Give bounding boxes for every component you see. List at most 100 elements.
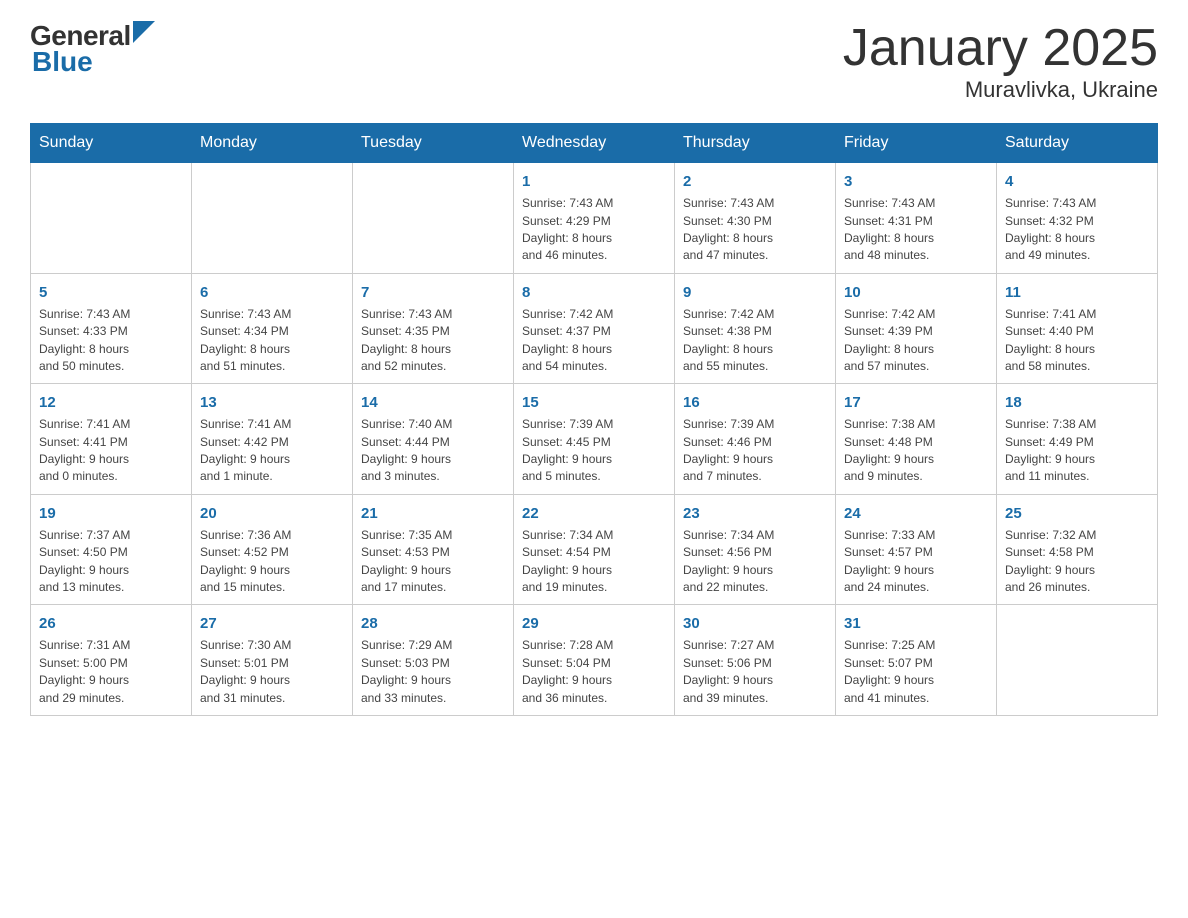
calendar-title: January 2025 <box>843 20 1158 77</box>
calendar-week-row: 1 Sunrise: 7:43 AM Sunset: 4:29 PM Daylig… <box>31 163 1158 274</box>
day-number: 28 <box>361 613 505 634</box>
day-number: 21 <box>361 503 505 524</box>
day-number: 6 <box>200 282 344 303</box>
calendar-cell: 2 Sunrise: 7:43 AM Sunset: 4:30 PM Daylig… <box>675 163 836 274</box>
calendar-cell: 10 Sunrise: 7:42 AM Sunset: 4:39 PM Dayli… <box>836 273 997 384</box>
calendar-cell: 12 Sunrise: 7:41 AM Sunset: 4:41 PM Dayli… <box>31 384 192 495</box>
day-info: Sunrise: 7:43 AM Sunset: 4:35 PM Dayligh… <box>361 306 505 376</box>
calendar-cell <box>353 163 514 274</box>
day-number: 4 <box>1005 171 1149 192</box>
day-info: Sunrise: 7:39 AM Sunset: 4:46 PM Dayligh… <box>683 416 827 486</box>
day-number: 5 <box>39 282 183 303</box>
calendar-cell: 9Sunrise: 7:42 AM Sunset: 4:38 PM Daylig… <box>675 273 836 384</box>
day-info: Sunrise: 7:41 AM Sunset: 4:40 PM Dayligh… <box>1005 306 1149 376</box>
day-info: Sunrise: 7:43 AM Sunset: 4:34 PM Dayligh… <box>200 306 344 376</box>
day-info: Sunrise: 7:38 AM Sunset: 4:49 PM Dayligh… <box>1005 416 1149 486</box>
day-number: 18 <box>1005 392 1149 413</box>
day-info: Sunrise: 7:41 AM Sunset: 4:41 PM Dayligh… <box>39 416 183 486</box>
day-info: Sunrise: 7:25 AM Sunset: 5:07 PM Dayligh… <box>844 637 988 707</box>
calendar-subtitle: Muravlivka, Ukraine <box>843 77 1158 103</box>
calendar-cell: 1 Sunrise: 7:43 AM Sunset: 4:29 PM Daylig… <box>514 163 675 274</box>
calendar-cell: 13Sunrise: 7:41 AM Sunset: 4:42 PM Dayli… <box>192 384 353 495</box>
day-number: 23 <box>683 503 827 524</box>
calendar-cell: 8 Sunrise: 7:42 AM Sunset: 4:37 PM Daylig… <box>514 273 675 384</box>
day-info: Sunrise: 7:43 AM Sunset: 4:31 PM Dayligh… <box>844 195 988 265</box>
day-info: Sunrise: 7:38 AM Sunset: 4:48 PM Dayligh… <box>844 416 988 486</box>
calendar-cell: 29 Sunrise: 7:28 AM Sunset: 5:04 PM Dayli… <box>514 605 675 716</box>
calendar-cell <box>997 605 1158 716</box>
day-number: 11 <box>1005 282 1149 303</box>
calendar-table: SundayMondayTuesdayWednesdayThursdayFrid… <box>30 123 1158 716</box>
calendar-week-row: 26Sunrise: 7:31 AM Sunset: 5:00 PM Dayli… <box>31 605 1158 716</box>
day-info: Sunrise: 7:43 AM Sunset: 4:32 PM Dayligh… <box>1005 195 1149 265</box>
day-number: 8 <box>522 282 666 303</box>
day-info: Sunrise: 7:29 AM Sunset: 5:03 PM Dayligh… <box>361 637 505 707</box>
column-header-tuesday: Tuesday <box>353 124 514 163</box>
day-info: Sunrise: 7:36 AM Sunset: 4:52 PM Dayligh… <box>200 527 344 597</box>
day-number: 19 <box>39 503 183 524</box>
day-info: Sunrise: 7:31 AM Sunset: 5:00 PM Dayligh… <box>39 637 183 707</box>
day-info: Sunrise: 7:34 AM Sunset: 4:56 PM Dayligh… <box>683 527 827 597</box>
title-block: January 2025 Muravlivka, Ukraine <box>843 20 1158 103</box>
calendar-cell: 6 Sunrise: 7:43 AM Sunset: 4:34 PM Daylig… <box>192 273 353 384</box>
calendar-cell: 27Sunrise: 7:30 AM Sunset: 5:01 PM Dayli… <box>192 605 353 716</box>
day-info: Sunrise: 7:43 AM Sunset: 4:33 PM Dayligh… <box>39 306 183 376</box>
column-header-thursday: Thursday <box>675 124 836 163</box>
day-number: 3 <box>844 171 988 192</box>
calendar-cell: 24 Sunrise: 7:33 AM Sunset: 4:57 PM Dayli… <box>836 494 997 605</box>
calendar-cell: 31 Sunrise: 7:25 AM Sunset: 5:07 PM Dayli… <box>836 605 997 716</box>
day-number: 2 <box>683 171 827 192</box>
calendar-cell: 28 Sunrise: 7:29 AM Sunset: 5:03 PM Dayli… <box>353 605 514 716</box>
calendar-week-row: 19 Sunrise: 7:37 AM Sunset: 4:50 PM Dayli… <box>31 494 1158 605</box>
day-number: 20 <box>200 503 344 524</box>
day-info: Sunrise: 7:27 AM Sunset: 5:06 PM Dayligh… <box>683 637 827 707</box>
calendar-week-row: 5 Sunrise: 7:43 AM Sunset: 4:33 PM Daylig… <box>31 273 1158 384</box>
calendar-cell: 25Sunrise: 7:32 AM Sunset: 4:58 PM Dayli… <box>997 494 1158 605</box>
day-info: Sunrise: 7:42 AM Sunset: 4:38 PM Dayligh… <box>683 306 827 376</box>
calendar-cell: 23 Sunrise: 7:34 AM Sunset: 4:56 PM Dayli… <box>675 494 836 605</box>
day-number: 12 <box>39 392 183 413</box>
calendar-cell: 7 Sunrise: 7:43 AM Sunset: 4:35 PM Daylig… <box>353 273 514 384</box>
day-info: Sunrise: 7:40 AM Sunset: 4:44 PM Dayligh… <box>361 416 505 486</box>
day-number: 31 <box>844 613 988 634</box>
day-info: Sunrise: 7:42 AM Sunset: 4:37 PM Dayligh… <box>522 306 666 376</box>
day-number: 30 <box>683 613 827 634</box>
day-info: Sunrise: 7:35 AM Sunset: 4:53 PM Dayligh… <box>361 527 505 597</box>
calendar-cell: 19 Sunrise: 7:37 AM Sunset: 4:50 PM Dayli… <box>31 494 192 605</box>
calendar-cell: 17 Sunrise: 7:38 AM Sunset: 4:48 PM Dayli… <box>836 384 997 495</box>
day-info: Sunrise: 7:37 AM Sunset: 4:50 PM Dayligh… <box>39 527 183 597</box>
day-number: 13 <box>200 392 344 413</box>
column-header-friday: Friday <box>836 124 997 163</box>
calendar-header-row: SundayMondayTuesdayWednesdayThursdayFrid… <box>31 124 1158 163</box>
day-number: 7 <box>361 282 505 303</box>
calendar-cell: 14 Sunrise: 7:40 AM Sunset: 4:44 PM Dayli… <box>353 384 514 495</box>
day-number: 17 <box>844 392 988 413</box>
day-info: Sunrise: 7:39 AM Sunset: 4:45 PM Dayligh… <box>522 416 666 486</box>
day-info: Sunrise: 7:43 AM Sunset: 4:30 PM Dayligh… <box>683 195 827 265</box>
day-info: Sunrise: 7:42 AM Sunset: 4:39 PM Dayligh… <box>844 306 988 376</box>
column-header-wednesday: Wednesday <box>514 124 675 163</box>
day-number: 1 <box>522 171 666 192</box>
day-info: Sunrise: 7:32 AM Sunset: 4:58 PM Dayligh… <box>1005 527 1149 597</box>
calendar-cell: 3 Sunrise: 7:43 AM Sunset: 4:31 PM Daylig… <box>836 163 997 274</box>
page-header: General Blue January 2025 Muravlivka, Uk… <box>30 20 1158 103</box>
calendar-cell: 30 Sunrise: 7:27 AM Sunset: 5:06 PM Dayli… <box>675 605 836 716</box>
calendar-cell <box>192 163 353 274</box>
calendar-cell: 21 Sunrise: 7:35 AM Sunset: 4:53 PM Dayli… <box>353 494 514 605</box>
column-header-monday: Monday <box>192 124 353 163</box>
calendar-cell: 16Sunrise: 7:39 AM Sunset: 4:46 PM Dayli… <box>675 384 836 495</box>
day-number: 10 <box>844 282 988 303</box>
calendar-cell: 26Sunrise: 7:31 AM Sunset: 5:00 PM Dayli… <box>31 605 192 716</box>
logo: General Blue <box>30 20 155 78</box>
day-info: Sunrise: 7:28 AM Sunset: 5:04 PM Dayligh… <box>522 637 666 707</box>
column-header-sunday: Sunday <box>31 124 192 163</box>
calendar-cell: 18 Sunrise: 7:38 AM Sunset: 4:49 PM Dayli… <box>997 384 1158 495</box>
day-info: Sunrise: 7:33 AM Sunset: 4:57 PM Dayligh… <box>844 527 988 597</box>
day-number: 24 <box>844 503 988 524</box>
calendar-cell <box>31 163 192 274</box>
calendar-cell: 11 Sunrise: 7:41 AM Sunset: 4:40 PM Dayli… <box>997 273 1158 384</box>
day-number: 14 <box>361 392 505 413</box>
day-info: Sunrise: 7:43 AM Sunset: 4:29 PM Dayligh… <box>522 195 666 265</box>
calendar-week-row: 12 Sunrise: 7:41 AM Sunset: 4:41 PM Dayli… <box>31 384 1158 495</box>
day-number: 29 <box>522 613 666 634</box>
